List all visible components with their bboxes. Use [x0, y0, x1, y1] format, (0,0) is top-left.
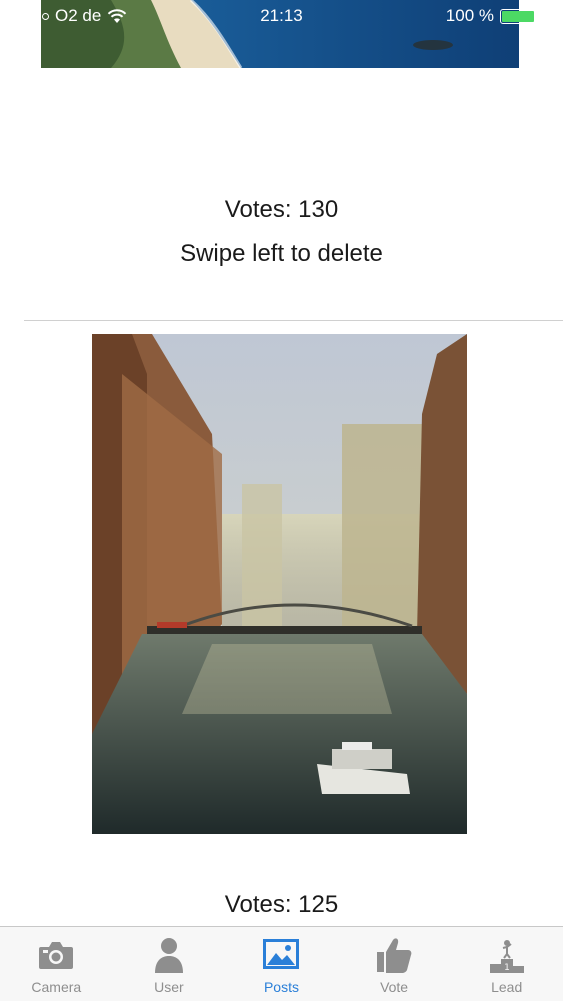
- user-icon: [154, 938, 183, 973]
- podium-icon: 1: [489, 940, 524, 973]
- svg-text:1: 1: [504, 963, 510, 973]
- battery-icon: [500, 8, 536, 24]
- post-photo-canal[interactable]: [92, 334, 467, 834]
- tab-vote-label: Vote: [380, 979, 409, 995]
- tab-bar: Camera User Posts Vote 1 Lead: [0, 926, 563, 1001]
- tab-lead-label: Lead: [491, 979, 523, 995]
- swipe-hint: Swipe left to delete: [180, 240, 383, 267]
- thumbs-up-icon: [377, 938, 412, 973]
- camera-icon: [39, 942, 74, 969]
- tab-vote[interactable]: Vote: [338, 927, 451, 1001]
- status-right: 100 %: [446, 6, 555, 26]
- post-votes: Votes: 130: [224, 196, 339, 223]
- tab-posts[interactable]: Posts: [225, 927, 338, 1001]
- posts-icon: [263, 939, 300, 969]
- status-bar: O2 de 21:13 100 %: [0, 0, 563, 32]
- battery-percent: 100 %: [445, 6, 494, 25]
- tab-camera-label: Camera: [31, 979, 82, 995]
- post-divider: [24, 320, 563, 321]
- tab-posts-label: Posts: [263, 979, 299, 995]
- tab-user-label: User: [154, 979, 184, 995]
- battery-nub: [538, 13, 540, 19]
- tab-user[interactable]: User: [113, 927, 226, 1001]
- tab-camera[interactable]: Camera: [0, 927, 113, 1001]
- charging-icon: [546, 9, 555, 23]
- post-votes: Votes: 125: [224, 891, 339, 918]
- tab-lead[interactable]: 1 Lead: [450, 927, 563, 1001]
